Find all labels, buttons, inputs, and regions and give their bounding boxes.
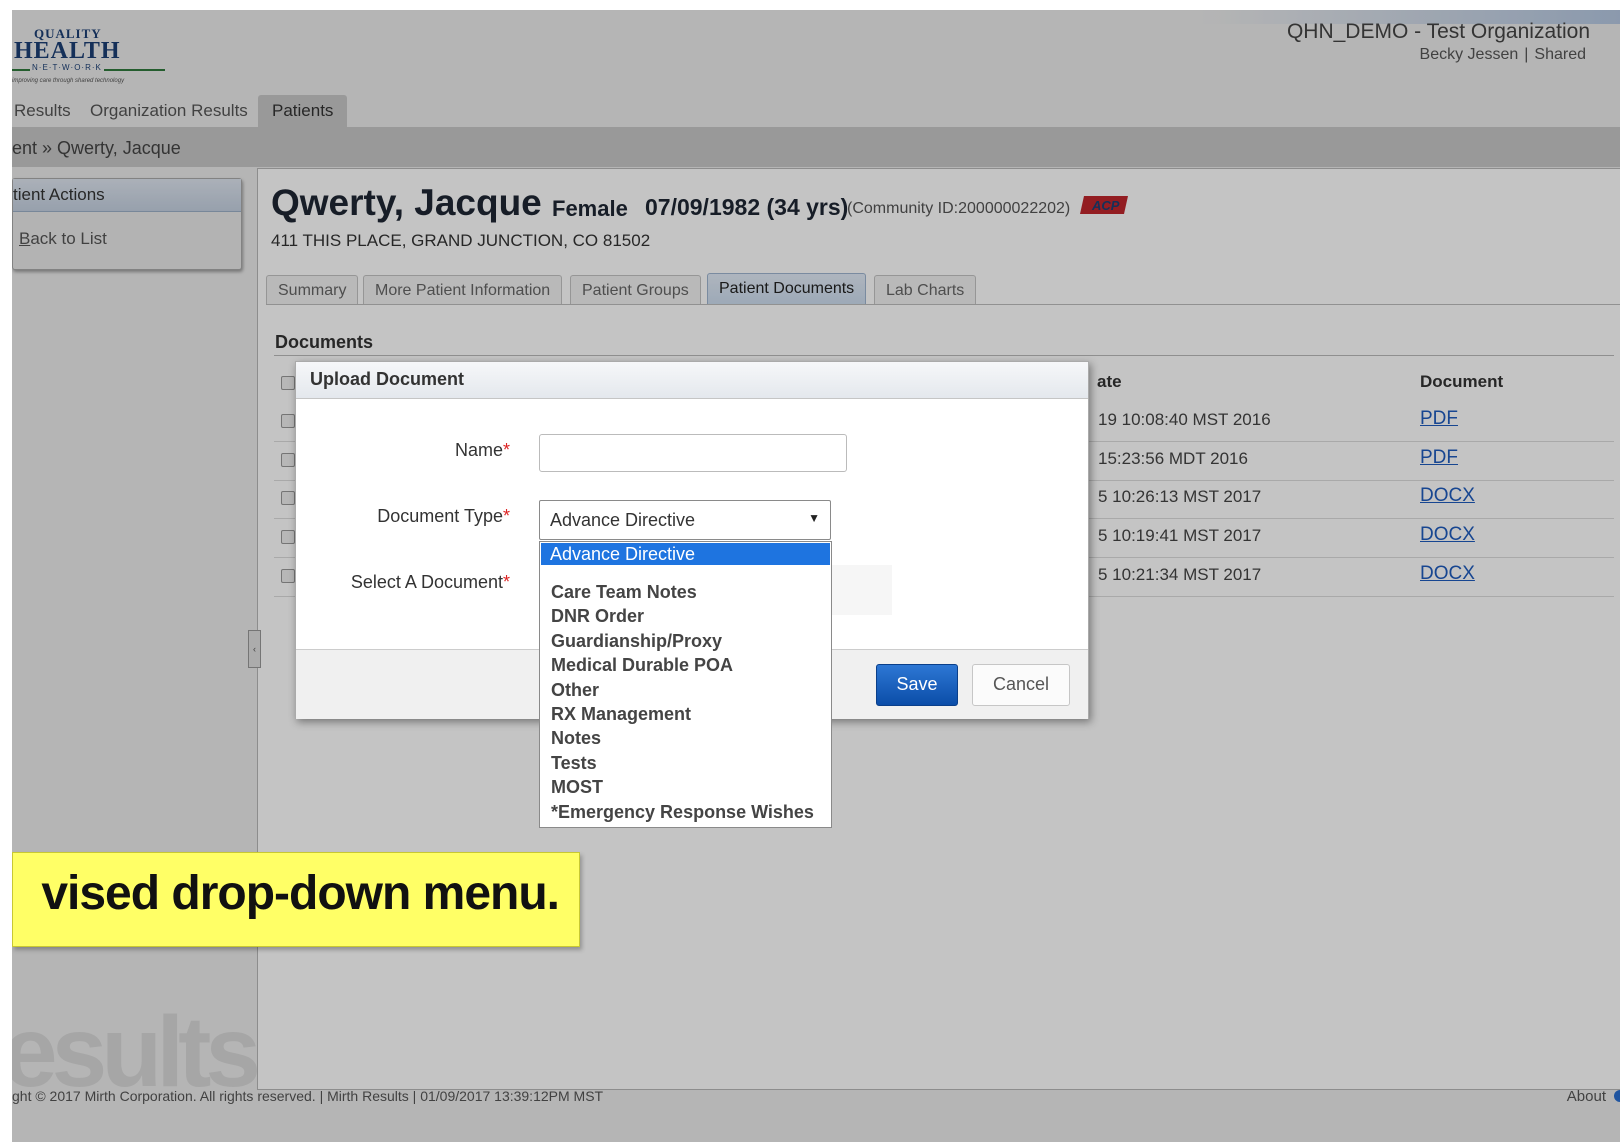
dropdown-option[interactable]: RX Management bbox=[551, 704, 691, 725]
chevron-down-icon: ▼ bbox=[808, 511, 820, 525]
document-type-dropdown: Advance Directive Care Team Notes DNR Or… bbox=[539, 541, 832, 828]
name-label: Name* bbox=[454, 440, 510, 460]
dropdown-option[interactable]: Care Team Notes bbox=[551, 582, 697, 603]
document-type-select[interactable]: Advance Directive ▼ bbox=[539, 500, 831, 540]
dropdown-option[interactable]: Other bbox=[551, 680, 599, 701]
dropdown-option[interactable]: Guardianship/Proxy bbox=[551, 631, 722, 652]
app-window: QUALITY HEALTH N·E·T·W·O·R·K improving c… bbox=[12, 10, 1620, 1142]
file-chooser[interactable] bbox=[832, 565, 892, 615]
dialog-title: Upload Document bbox=[296, 362, 1088, 399]
dropdown-option[interactable]: Medical Durable POA bbox=[551, 655, 733, 676]
cancel-button[interactable]: Cancel bbox=[972, 664, 1070, 706]
document-type-label: Document Type* bbox=[377, 506, 510, 526]
save-button[interactable]: Save bbox=[876, 664, 958, 706]
dropdown-option[interactable]: *Emergency Response Wishes bbox=[551, 802, 814, 823]
document-type-value: Advance Directive bbox=[550, 510, 696, 530]
dropdown-option-selected[interactable]: Advance Directive bbox=[541, 543, 830, 565]
dropdown-option[interactable]: Notes bbox=[551, 728, 601, 749]
dropdown-option[interactable]: DNR Order bbox=[551, 606, 644, 627]
dropdown-option[interactable]: MOST bbox=[551, 777, 603, 798]
select-document-label: Select A Document* bbox=[350, 572, 510, 592]
name-field[interactable] bbox=[539, 434, 847, 472]
tutorial-caption: vised drop-down menu. bbox=[12, 852, 580, 947]
dropdown-option[interactable]: Tests bbox=[551, 753, 597, 774]
